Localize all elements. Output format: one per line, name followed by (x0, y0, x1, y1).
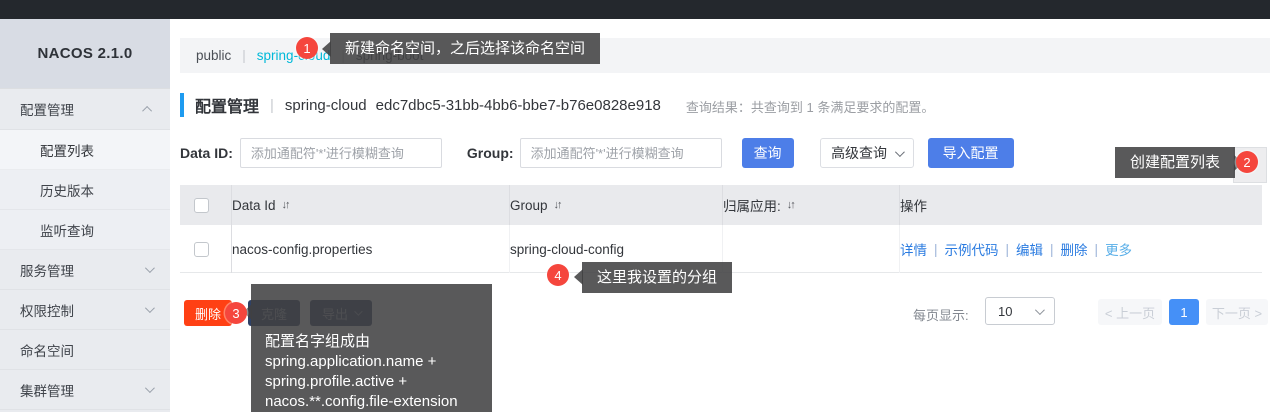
sort-icon[interactable]: ↓↑ (787, 199, 796, 211)
action-separator: | (934, 241, 938, 257)
namespace-id: edc7dbc5-31bb-4bb6-bbe7-b76e0828e918 (375, 96, 661, 114)
annotation-text: 这里我设置的分组 (597, 269, 718, 286)
sidebar-item-cluster-management[interactable]: 集群管理 (0, 370, 170, 410)
tooltip-arrow-left (574, 269, 583, 285)
cell-data-id: nacos-config.properties (232, 225, 510, 273)
action-separator: | (1005, 241, 1010, 257)
sidebar-item-label: 历史版本 (40, 183, 94, 199)
header-actions-label: 操作 (900, 199, 927, 214)
header-app-label: 归属应用: (723, 199, 781, 214)
select-all-checkbox[interactable] (194, 197, 209, 213)
page-header: 配置管理 | spring-cloud edc7dbc5-31bb-4bb6-b… (180, 92, 934, 118)
sidebar-item-namespace[interactable]: 命名空间 (0, 330, 170, 370)
tab-separator: | (242, 48, 246, 63)
sidebar-item-label: 配置列表 (40, 143, 94, 159)
chevron-up-icon (142, 105, 153, 116)
action-separator: | (1094, 241, 1099, 257)
tab-spring-cloud[interactable]: spring-cloud (257, 48, 331, 63)
title-accent-bar (180, 93, 184, 117)
header-actions: 操作 (900, 185, 1262, 225)
chevron-down-icon (144, 383, 155, 394)
data-id-label: Data ID: (180, 145, 233, 161)
sidebar-item-permission-control[interactable]: 权限控制 (0, 290, 170, 330)
header-data-id-label: Data Id (232, 197, 276, 213)
sidebar-item-label: 配置管理 (20, 103, 74, 118)
action-separator: | (1050, 241, 1054, 257)
annotation-tooltip-3: 配置名字组成由 spring.application.name + spring… (243, 284, 492, 412)
app-logo-title: NACOS 2.1.0 (0, 19, 170, 88)
sidebar-item-config-list[interactable]: 配置列表 (0, 130, 170, 170)
annotation-badge-2: 2 (1236, 151, 1258, 173)
page-size-select[interactable]: 10 (985, 297, 1055, 325)
sidebar-item-listener-query[interactable]: 监听查询 (0, 210, 170, 250)
cell-actions: 详情 | 示例代码 | 编辑 | 删除 | 更多 (900, 225, 1262, 273)
group-input[interactable] (519, 138, 722, 168)
header-group: Group ↓↑ (510, 185, 723, 225)
sidebar-item-history[interactable]: 历史版本 (0, 170, 170, 210)
page-size-label: 每页显示: (913, 308, 969, 323)
import-config-button[interactable]: 导入配置 (927, 138, 1014, 168)
chevron-down-icon (144, 263, 155, 274)
tab-public[interactable]: public (196, 48, 231, 63)
sort-icon[interactable]: ↓↑ (282, 199, 291, 211)
sidebar-item-label: 集群管理 (20, 383, 74, 399)
annotation-tooltip-2: 创建配置列表 (1115, 147, 1244, 178)
annotation-text: 新建命名空间，之后选择该命名空间 (345, 40, 586, 57)
sidebar-item-service-management[interactable]: 服务管理 (0, 250, 170, 290)
annotation-badge-4: 4 (547, 264, 569, 286)
nacos-console: NACOS 2.1.0 配置管理 配置列表 历史版本 监听查询 服务管理 权限控… (0, 0, 1270, 412)
group-label: Group: (466, 145, 514, 161)
annotation-badge-1: 1 (296, 37, 318, 59)
row-checkbox-cell (180, 225, 232, 273)
table-header-row: Data Id ↓↑ Group ↓↑ 归属应用: ↓↑ 操作 (180, 185, 1262, 225)
data-id-input[interactable] (239, 138, 442, 168)
action-delete-link[interactable]: 删除 (1061, 239, 1088, 259)
prev-page-button[interactable]: < 上一页 (1098, 299, 1162, 325)
action-sample-code-link[interactable]: 示例代码 (945, 239, 999, 259)
header-app: 归属应用: ↓↑ (723, 185, 900, 225)
advanced-search-button[interactable]: 高级查询 (819, 138, 914, 168)
annotation-text: 创建配置列表 (1130, 154, 1221, 171)
action-details-link[interactable]: 详情 (900, 239, 927, 259)
chevron-down-icon (895, 146, 905, 157)
cell-app (723, 225, 900, 273)
sidebar-item-label: 权限控制 (20, 303, 74, 319)
header-data-id: Data Id ↓↑ (232, 185, 510, 225)
annotation-tooltip-4: 这里我设置的分组 (574, 262, 733, 293)
sidebar-item-config-management[interactable]: 配置管理 (0, 88, 170, 130)
sidebar: NACOS 2.1.0 配置管理 配置列表 历史版本 监听查询 服务管理 权限控… (0, 19, 170, 412)
action-edit-link[interactable]: 编辑 (1016, 239, 1043, 259)
header-group-label: Group (510, 197, 548, 213)
annotation-badge-3: 3 (225, 302, 247, 324)
chevron-down-icon (144, 303, 155, 314)
page-title: 配置管理 (195, 99, 260, 116)
current-page-button[interactable]: 1 (1169, 299, 1199, 325)
annotation-tooltip-1: 新建命名空间，之后选择该命名空间 (322, 33, 601, 64)
chevron-down-icon (1034, 304, 1045, 315)
page-size-value: 10 (998, 303, 1013, 319)
header-checkbox-cell (180, 185, 232, 225)
sort-icon[interactable]: ↓↑ (554, 199, 563, 211)
annotation-text: 配置名字组成由 spring.application.name + spring… (265, 333, 458, 410)
tooltip-arrow-left (322, 41, 331, 57)
next-page-button[interactable]: 下一页 > (1206, 299, 1268, 325)
filter-bar: Data ID: Group: 查询 高级查询 导入配置 (180, 138, 1014, 168)
title-separator: | (270, 96, 274, 114)
action-more-link[interactable]: 更多 (1105, 239, 1132, 259)
current-namespace: spring-cloud (284, 96, 367, 114)
top-bar (0, 0, 1270, 19)
sidebar-item-label: 监听查询 (40, 223, 94, 239)
sidebar-item-label: 命名空间 (20, 343, 74, 359)
sidebar-item-label: 服务管理 (20, 263, 74, 279)
advanced-search-label: 高级查询 (831, 145, 888, 161)
query-result-text: 查询结果：共查询到 1 条满足要求的配置。 (685, 99, 935, 115)
config-table: Data Id ↓↑ Group ↓↑ 归属应用: ↓↑ 操作 nacos-co… (180, 185, 1262, 273)
row-checkbox[interactable] (194, 241, 209, 257)
search-button[interactable]: 查询 (741, 138, 794, 168)
